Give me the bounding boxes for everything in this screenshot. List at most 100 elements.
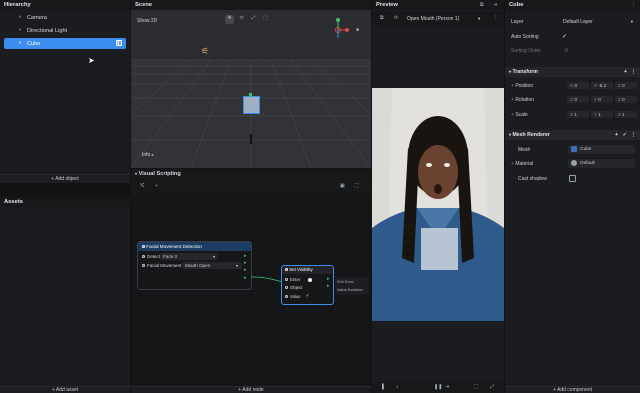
camera-icon[interactable]: ■ bbox=[356, 27, 359, 34]
branch-icon[interactable]: ⑂ bbox=[155, 183, 158, 190]
check-icon[interactable]: ✓ bbox=[306, 293, 310, 299]
preview-source-dropdown[interactable]: Open Mouth (Person 1) bbox=[407, 16, 459, 22]
mesh-field[interactable]: Cube bbox=[568, 145, 635, 154]
hierarchy-panel: Hierarchy ◑ Camera ◑ Directional Light ◑… bbox=[0, 0, 130, 183]
output-exec-pin[interactable]: ▸ bbox=[244, 267, 247, 273]
input-pin[interactable] bbox=[142, 255, 145, 258]
value-label: Value bbox=[290, 293, 301, 299]
movement-label: Facial Movement bbox=[147, 263, 182, 268]
mesh-renderer-title: Mesh Renderer bbox=[512, 132, 550, 138]
visual-scripting-panel: ▾ Visual Scripting ⤭ ⑂ ▣ ⛶ Facial Moveme… bbox=[131, 169, 371, 393]
scene-panel: Scene Show 2D ✥ ⟲ ⤢ ⬚ ■ ⚟ Info ▸ bbox=[131, 0, 371, 168]
position-label: + Position bbox=[511, 83, 534, 89]
scale-x[interactable]: X 1 bbox=[567, 111, 589, 118]
movement-select[interactable]: Mouth Open bbox=[182, 262, 242, 269]
mesh-label: Mesh bbox=[518, 147, 531, 153]
next-frame-icon[interactable]: ⇥ bbox=[445, 384, 449, 391]
input-pin[interactable] bbox=[285, 286, 288, 289]
output-exec-pin[interactable]: ▸ bbox=[327, 276, 330, 282]
collapse-icon[interactable]: ▾ bbox=[135, 171, 137, 176]
more-icon[interactable]: ⋮ bbox=[631, 2, 636, 9]
chevron-down-icon: ▾ bbox=[213, 254, 216, 259]
node-status-icon bbox=[142, 245, 145, 248]
light-gizmo-icon: ⚟ bbox=[201, 46, 210, 56]
scale-z[interactable]: Z 1 bbox=[615, 111, 637, 118]
node-title: Facial Movement Detection bbox=[146, 244, 202, 249]
layer-label: Layer bbox=[511, 19, 524, 25]
output-labels: Exit Exec Value Boolean bbox=[335, 277, 369, 295]
input-pin[interactable] bbox=[285, 278, 288, 281]
rect-tool-icon[interactable]: ⬚ bbox=[261, 15, 270, 24]
show-2d-toggle[interactable]: Show 2D bbox=[137, 18, 157, 24]
check-icon[interactable]: ✓ bbox=[623, 132, 627, 138]
layer-select[interactable]: Default Layer ▾ bbox=[563, 17, 635, 26]
rotation-y[interactable]: Y 0 bbox=[591, 96, 613, 103]
rotation-z[interactable]: Z 0 bbox=[615, 96, 637, 103]
tiktok-icon[interactable]: ♪ bbox=[396, 384, 399, 391]
add-asset-button[interactable]: + Add asset bbox=[0, 386, 130, 393]
add-object-button[interactable]: + Add object bbox=[0, 174, 130, 183]
input-pin[interactable] bbox=[285, 294, 288, 298]
mesh-renderer-section[interactable]: ▾ Mesh Renderer + ✓ ⋮ bbox=[505, 130, 640, 140]
output-exec-pin[interactable]: ▸ bbox=[244, 253, 247, 259]
refresh-icon[interactable]: ⟳ bbox=[394, 15, 398, 22]
visual-scripting-title: Visual Scripting bbox=[138, 171, 181, 177]
more-icon[interactable]: ⋮ bbox=[493, 15, 498, 22]
close-icon[interactable]: ⇥ bbox=[493, 2, 497, 9]
assets-title: Assets bbox=[0, 197, 130, 207]
node-header: Set Visibility bbox=[282, 266, 333, 274]
hierarchy-item-camera[interactable]: ◑ Camera bbox=[4, 13, 126, 22]
layout-icon[interactable]: ⧉ bbox=[380, 15, 384, 22]
transform-section[interactable]: ▾ Transform + ⋮ bbox=[505, 67, 640, 77]
more-icon[interactable]: ⋮ bbox=[631, 69, 636, 75]
output-exec-pin[interactable]: ▸ bbox=[244, 275, 247, 281]
auto-sorting-checkbox[interactable]: ✓ bbox=[562, 33, 567, 40]
position-x[interactable]: X 0 bbox=[567, 82, 589, 89]
popout-icon[interactable]: ⧉ bbox=[480, 2, 484, 9]
more-icon[interactable]: ⋮ bbox=[631, 132, 636, 138]
rotate-tool-icon[interactable]: ⟲ bbox=[237, 15, 246, 24]
scale-y[interactable]: Y 1 bbox=[591, 111, 613, 118]
preview-video bbox=[372, 88, 504, 321]
cast-shadow-checkbox[interactable] bbox=[569, 175, 576, 182]
sorting-order-value[interactable]: 0 bbox=[565, 48, 568, 54]
object-name[interactable]: Cube bbox=[509, 2, 524, 8]
scale-tool-icon[interactable]: ⤢ bbox=[249, 15, 258, 24]
info-text: Info bbox=[142, 152, 151, 158]
position-y[interactable]: Y -8.2 bbox=[591, 82, 613, 89]
add-component-button[interactable]: + Add component bbox=[505, 386, 640, 393]
output-exec-pin[interactable]: ▸ bbox=[327, 283, 330, 289]
shuffle-icon[interactable]: ⤭ bbox=[140, 183, 144, 190]
value-boolean-label: Value Boolean bbox=[337, 287, 363, 292]
add-icon[interactable]: + bbox=[615, 132, 618, 138]
hierarchy-item-directional-light[interactable]: ◑ Directional Light bbox=[4, 26, 126, 35]
add-node-button[interactable]: + Add node bbox=[131, 386, 371, 393]
frame-icon[interactable]: ▣ bbox=[340, 183, 345, 190]
visibility-icon[interactable]: ◧ bbox=[116, 40, 122, 46]
detect-select[interactable]: Face 0 bbox=[160, 253, 217, 260]
position-z[interactable]: Z 0 bbox=[615, 82, 637, 89]
bookmark-icon[interactable]: ▌ bbox=[382, 384, 386, 391]
playback-bar: ▌ ♪ ❚❚ ⇥ ⛶ ⤢ bbox=[372, 382, 504, 393]
axis-gizmo[interactable] bbox=[331, 16, 355, 42]
add-icon[interactable]: + bbox=[624, 69, 627, 75]
transform-title: Transform bbox=[512, 69, 538, 75]
hierarchy-item-cube[interactable]: ◑ Cube ◧ bbox=[4, 38, 126, 49]
output-exec-pin[interactable]: ▸ bbox=[244, 260, 247, 266]
crop-icon[interactable]: ⛶ bbox=[474, 384, 478, 391]
move-tool-icon[interactable]: ✥ bbox=[225, 15, 234, 24]
mouse-cursor-icon: ➤ bbox=[88, 56, 95, 65]
set-visibility-node[interactable]: Set Visibility Enter Object Value ✓ ▸ ▸ bbox=[281, 265, 334, 305]
info-label[interactable]: Info ▸ bbox=[142, 152, 154, 158]
collapse-icon: ▾ bbox=[509, 132, 512, 137]
scene-cube[interactable] bbox=[243, 96, 260, 114]
visual-toolbar: ⤭ ⑂ ▣ ⛶ bbox=[131, 180, 371, 194]
facial-movement-node[interactable]: Facial Movement Detection Detect Face 0 … bbox=[137, 241, 252, 290]
preview-title: Preview bbox=[372, 0, 504, 10]
pause-icon[interactable]: ❚❚ bbox=[434, 384, 442, 391]
rotation-x[interactable]: X 0 bbox=[567, 96, 589, 103]
expand-icon[interactable]: ⤢ bbox=[490, 384, 494, 391]
input-pin[interactable] bbox=[142, 264, 145, 267]
material-field[interactable]: Default bbox=[568, 159, 635, 168]
fullscreen-icon[interactable]: ⛶ bbox=[355, 183, 359, 190]
